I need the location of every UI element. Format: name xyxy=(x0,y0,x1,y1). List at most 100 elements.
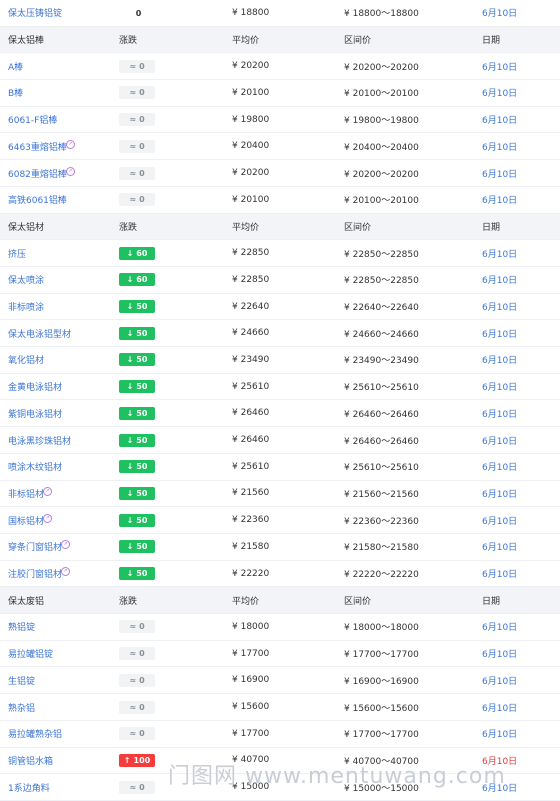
table-row: 熟杂铝 ≈0 ¥ 15600 ¥ 15600～15600 6月10日 xyxy=(0,694,560,721)
price-range: ¥ 25610～25610 xyxy=(344,463,419,474)
date-link[interactable]: 6月10日 xyxy=(482,247,517,260)
change-cell: 0 xyxy=(119,6,155,20)
product-name-link[interactable]: 熟杂铝 xyxy=(8,701,35,714)
arrow-up-icon: ↑ xyxy=(123,755,131,765)
average-price: ¥ 17700 xyxy=(232,648,270,659)
product-name-link[interactable]: 挤压 xyxy=(8,247,26,260)
average-price: ¥ 17700 xyxy=(232,728,270,739)
change-badge: ≈0 xyxy=(119,193,155,207)
average-price: ¥ 22850 xyxy=(232,248,270,259)
date-link[interactable]: 6月10日 xyxy=(482,60,517,73)
product-name-link[interactable]: 熟铝锭 xyxy=(8,620,35,633)
price-range: ¥ 19800～19800 xyxy=(344,116,419,127)
date-link[interactable]: 6月10日 xyxy=(482,273,517,286)
product-name-link[interactable]: A棒 xyxy=(8,60,23,73)
date-link[interactable]: 6月10日 xyxy=(482,86,517,99)
product-name-link[interactable]: 金黄电泳铝材 xyxy=(8,380,62,393)
table-row: 非标喷涂 ↓ 50 ¥ 22640 ¥ 22640～22640 6月10日 xyxy=(0,294,560,321)
change-badge: ↓ 50 xyxy=(119,460,155,474)
product-name-link[interactable]: 保太电泳铝型材 xyxy=(8,327,71,340)
watermark: 门图网 www.mentuwang.com xyxy=(168,764,506,789)
product-name-link[interactable]: 紫铜电泳铝材 xyxy=(8,407,62,420)
date-link[interactable]: 6月10日 xyxy=(482,113,517,126)
average-price: ¥ 24660 xyxy=(232,328,270,339)
date-link[interactable]: 6月10日 xyxy=(482,487,517,500)
change-value: 50 xyxy=(136,462,148,472)
date-link[interactable]: 6月10日 xyxy=(482,140,517,153)
price-range: ¥ 22360～22360 xyxy=(344,516,419,527)
change-cell: ≈0 xyxy=(119,673,155,687)
average-price: ¥ 25610 xyxy=(232,461,270,472)
change-badge: ↓ 50 xyxy=(119,406,155,420)
product-name-link[interactable]: 非标铝材↗ xyxy=(8,486,53,500)
average-price: ¥ 22850 xyxy=(232,274,270,285)
column-header: 平均价 xyxy=(232,596,260,607)
date-link[interactable]: 6月10日 xyxy=(482,353,517,366)
product-name-link[interactable]: 1系边角料 xyxy=(8,781,50,794)
date-link[interactable]: 6月10日 xyxy=(482,460,517,473)
date-link[interactable]: 6月10日 xyxy=(482,434,517,447)
table-row: 非标铝材↗ ↓ 50 ¥ 21560 ¥ 21560～21560 6月10日 xyxy=(0,481,560,508)
flat-icon: ≈ xyxy=(129,141,137,151)
product-name-link[interactable]: 穿条门窗铝材↗ xyxy=(8,540,71,553)
product-name-link[interactable]: 6082重熔铝棒↗ xyxy=(8,166,75,180)
price-range: ¥ 22850～22850 xyxy=(344,276,419,287)
product-name-link[interactable]: 保太喷涂 xyxy=(8,273,44,286)
change-badge: ≈0 xyxy=(119,113,155,127)
date-link[interactable]: 6月10日 xyxy=(482,6,517,19)
product-name-link[interactable]: 国标铝材↗ xyxy=(8,513,53,527)
price-range: ¥ 20200～20200 xyxy=(344,62,419,73)
arrow-down-icon: ↓ xyxy=(126,488,134,498)
product-name-link[interactable]: 注胶门窗铝材↗ xyxy=(8,567,71,580)
table-row: 保太压铸铝锭 0 ¥ 18800 ¥ 18800～18800 6月10日 xyxy=(0,0,560,27)
product-name-link[interactable]: B棒 xyxy=(8,86,23,99)
change-badge: ↓ 50 xyxy=(119,433,155,447)
product-name-link[interactable]: 易拉罐熟杂铝 xyxy=(8,727,62,740)
date-link[interactable]: 6月10日 xyxy=(482,327,517,340)
product-name: 易拉罐铝锭 xyxy=(8,650,54,661)
change-cell: ≈0 xyxy=(119,193,155,207)
average-price: ¥ 18800 xyxy=(232,7,270,18)
product-name-link[interactable]: 非标喷涂 xyxy=(8,300,44,313)
date-link[interactable]: 6月10日 xyxy=(482,193,517,206)
average-price: ¥ 20100 xyxy=(232,194,270,205)
date-link[interactable]: 6月10日 xyxy=(482,407,517,420)
date-link[interactable]: 6月10日 xyxy=(482,540,517,553)
product-name-link[interactable]: 氧化铝材 xyxy=(8,353,44,366)
arrow-down-icon: ↓ xyxy=(126,408,134,418)
product-name-link[interactable]: 高铁6061铝棒 xyxy=(8,193,67,206)
date-link[interactable]: 6月10日 xyxy=(482,647,517,660)
table-row: 穿条门窗铝材↗ ↓ 50 ¥ 21580 ¥ 21580～21580 6月10日 xyxy=(0,534,560,561)
price-range: ¥ 26460～26460 xyxy=(344,409,419,420)
product-name-link[interactable]: 喷涂木纹铝材 xyxy=(8,460,62,473)
product-name-link[interactable]: 6463重熔铝棒↗ xyxy=(8,139,75,153)
product-name-link[interactable]: 铜管铝水箱 xyxy=(8,754,53,767)
change-value: 0 xyxy=(139,675,145,685)
change-cell: ↓ 50 xyxy=(119,567,155,581)
arrow-down-icon: ↓ xyxy=(126,462,134,472)
date-link[interactable]: 6月10日 xyxy=(482,727,517,740)
product-name-link[interactable]: 6061-F铝棒 xyxy=(8,113,57,126)
product-name: 6061-F铝棒 xyxy=(8,116,58,127)
product-name-link[interactable]: 生铝锭 xyxy=(8,674,35,687)
product-name-link[interactable]: 电泳黑珍珠铝材 xyxy=(8,434,71,447)
change-cell: ↑ 100 xyxy=(119,753,155,767)
change-value: 50 xyxy=(136,328,148,338)
date-link[interactable]: 6月10日 xyxy=(482,674,517,687)
change-value: 0 xyxy=(139,782,145,792)
date-link[interactable]: 6月10日 xyxy=(482,300,517,313)
change-badge: ↓ 60 xyxy=(119,273,155,287)
flat-icon: ≈ xyxy=(129,622,137,632)
flat-icon: ≈ xyxy=(129,195,137,205)
date-link[interactable]: 6月10日 xyxy=(482,514,517,527)
date-link[interactable]: 6月10日 xyxy=(482,701,517,714)
date-link[interactable]: 6月10日 xyxy=(482,620,517,633)
date-link[interactable]: 6月10日 xyxy=(482,380,517,393)
table-row: 生铝锭 ≈0 ¥ 16900 ¥ 16900～16900 6月10日 xyxy=(0,668,560,695)
product-name-link[interactable]: 易拉罐铝锭 xyxy=(8,647,53,660)
date-link[interactable]: 6月10日 xyxy=(482,167,517,180)
product-name-link[interactable]: 保太压铸铝锭 xyxy=(8,6,62,19)
price-range: ¥ 17700～17700 xyxy=(344,650,419,661)
date-link[interactable]: 6月10日 xyxy=(482,567,517,580)
price-range: ¥ 22640～22640 xyxy=(344,303,419,314)
